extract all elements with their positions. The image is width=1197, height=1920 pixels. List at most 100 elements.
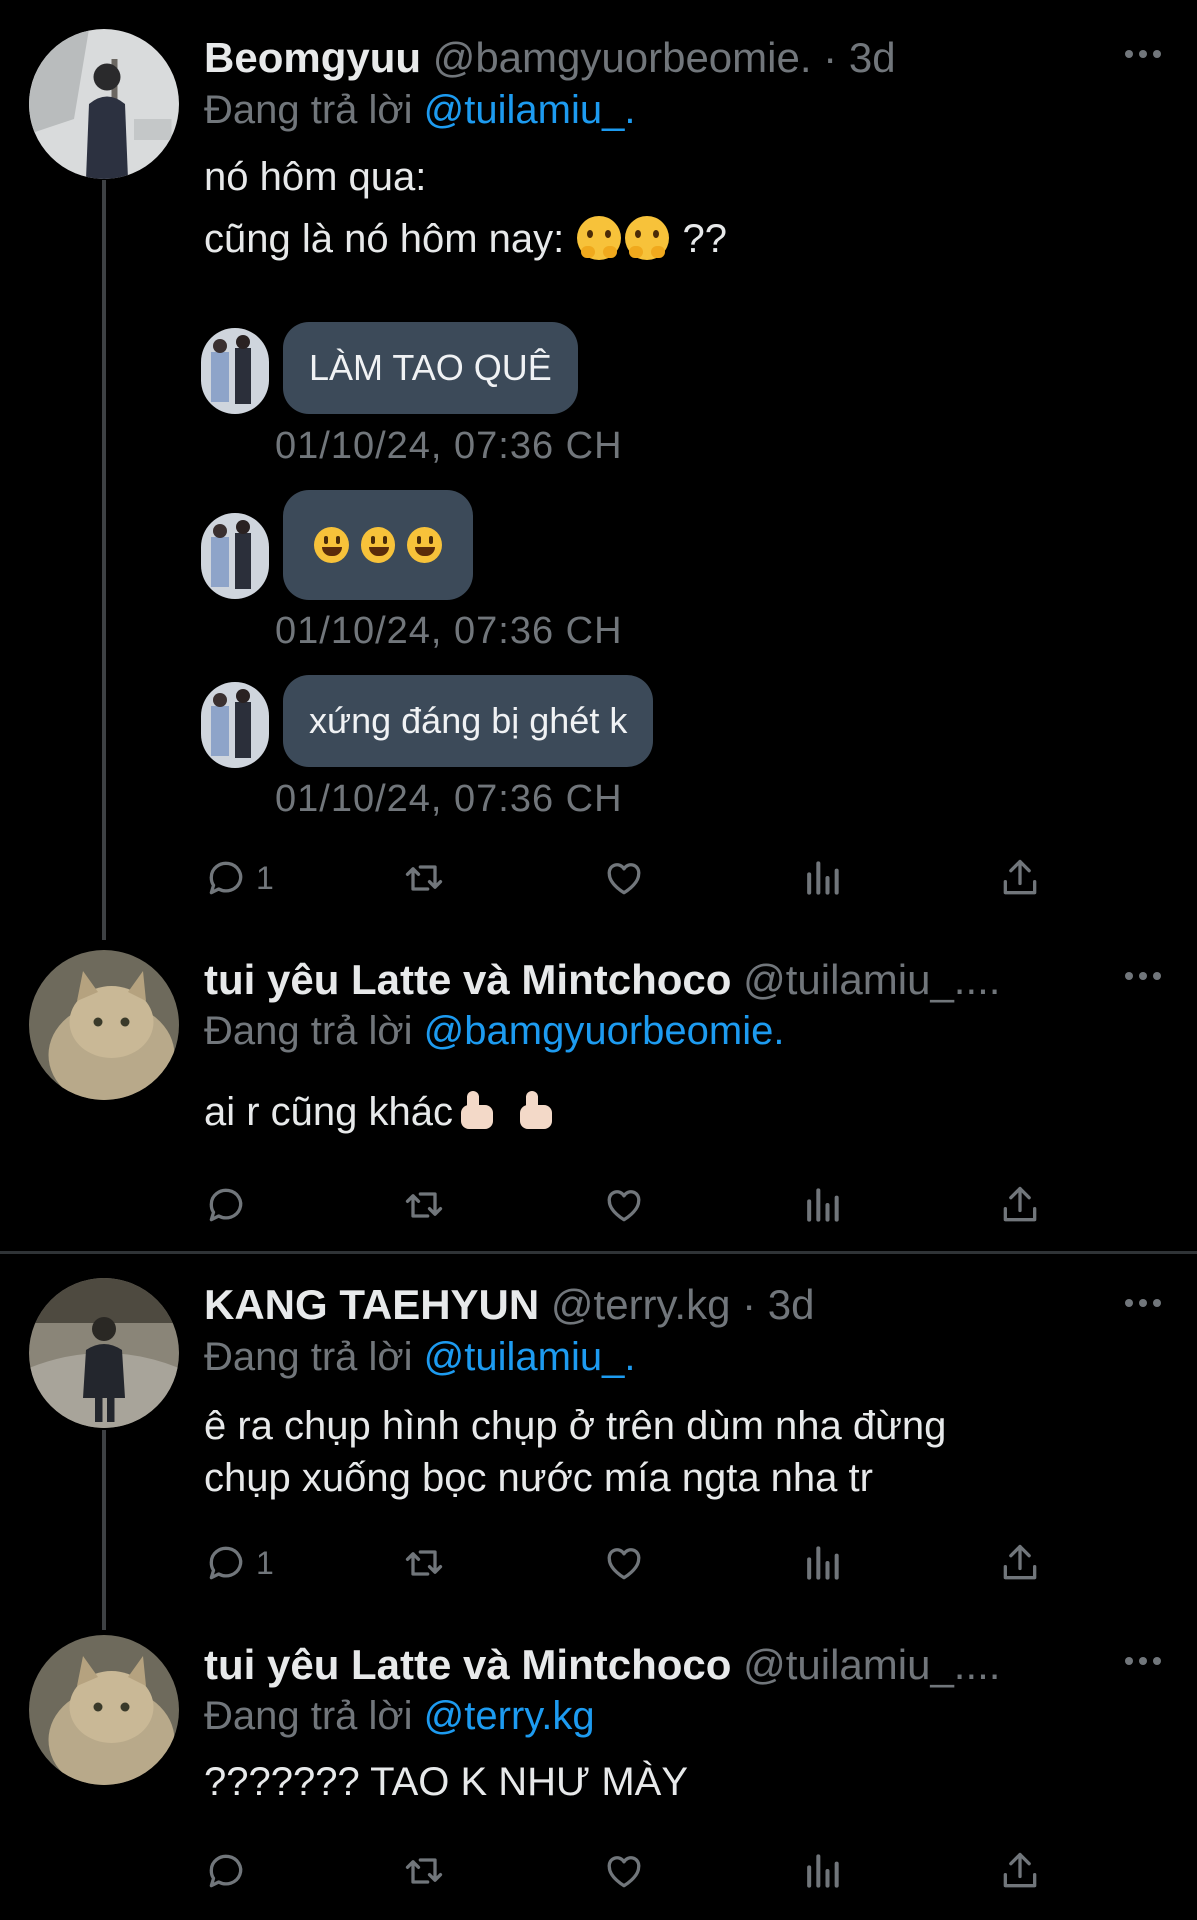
views-button[interactable] xyxy=(800,1177,844,1233)
like-button[interactable] xyxy=(602,1535,646,1591)
retweet-button[interactable] xyxy=(402,1177,446,1233)
post-header: KANG TAEHYUN @terry.kg · 3d xyxy=(204,1280,1104,1330)
more-icon[interactable] xyxy=(1123,44,1163,64)
handle-meta[interactable]: @terry.kg · 3d xyxy=(551,1281,815,1328)
post-text: ai r cũng khác xyxy=(204,1085,1104,1139)
retweet-icon xyxy=(405,865,443,891)
replying-prefix: Đang trả lời xyxy=(204,1335,413,1379)
dm-avatar xyxy=(201,682,269,768)
share-icon xyxy=(1003,1544,1037,1580)
display-name[interactable]: tui yêu Latte và Mintchoco xyxy=(204,1641,731,1688)
replying-prefix: Đang trả lời xyxy=(204,88,413,132)
thread-line xyxy=(102,180,106,940)
post-text-fragment: ai r cũng khác xyxy=(204,1090,454,1134)
reply-count: 1 xyxy=(256,1544,274,1581)
views-icon xyxy=(807,1854,839,1888)
avatar-photo xyxy=(29,950,179,1100)
views-icon xyxy=(807,861,839,895)
more-icon[interactable] xyxy=(1123,1651,1163,1671)
like-button[interactable] xyxy=(602,1843,646,1899)
dm-bubble: xứng đáng bị ghét k xyxy=(283,675,654,767)
avatar[interactable] xyxy=(29,950,179,1100)
avatar-photo xyxy=(29,29,179,179)
retweet-icon xyxy=(405,1550,443,1576)
views-icon xyxy=(807,1546,839,1580)
post-text: ??????? TAO K NHƯ MÀY xyxy=(204,1755,1104,1809)
hugging-face-icon xyxy=(577,216,622,260)
reply-icon xyxy=(209,1188,243,1222)
share-button[interactable] xyxy=(998,850,1042,906)
share-button[interactable] xyxy=(998,1177,1042,1233)
post-text-fragment: ??????? TAO K NHƯ MÀY xyxy=(204,1760,689,1804)
reply-button[interactable]: 1 xyxy=(204,1535,274,1591)
reply-count: 1 xyxy=(256,859,274,896)
post-text-line: cũng là nó hôm nay: ?? xyxy=(204,212,1104,266)
dm-timestamp: 01/10/24, 07:36 CH xyxy=(275,778,623,820)
retweet-button[interactable] xyxy=(402,1535,446,1591)
display-name[interactable]: Beomgyuu xyxy=(204,34,421,81)
like-button[interactable] xyxy=(602,1177,646,1233)
like-icon xyxy=(607,1856,641,1888)
action-bar: 1 xyxy=(204,850,1064,906)
replying-prefix: Đang trả lời xyxy=(204,1009,413,1053)
avatar-photo xyxy=(29,1635,179,1785)
like-button[interactable] xyxy=(602,850,646,906)
post-text-fragment: ?? xyxy=(682,217,727,261)
reply-icon xyxy=(209,1546,243,1580)
post-text-line: nó hôm qua: xyxy=(204,155,427,199)
handle-meta[interactable]: @tuilamiu_.... xyxy=(743,1641,1000,1688)
views-button[interactable] xyxy=(800,1843,844,1899)
share-icon xyxy=(1003,1186,1037,1222)
dm-text: LÀM TAO QUÊ xyxy=(309,347,552,388)
handle-meta[interactable]: @tuilamiu_.... xyxy=(743,956,1000,1003)
share-icon xyxy=(1003,1852,1037,1888)
post-header: Beomgyuu @bamgyuorbeomie. · 3d xyxy=(204,33,1104,83)
hugging-face-icon xyxy=(625,216,670,260)
display-name[interactable]: KANG TAEHYUN xyxy=(204,1281,539,1328)
retweet-button[interactable] xyxy=(402,1843,446,1899)
post-text-line: ê ra chụp hình chụp ở trên dùm nha đừng xyxy=(204,1404,947,1448)
reply-icon xyxy=(209,1854,243,1888)
post-text: ê ra chụp hình chụp ở trên dùm nha đừng … xyxy=(204,1400,1104,1504)
dm-text: xứng đáng bị ghét k xyxy=(309,700,628,741)
dm-timestamp: 01/10/24, 07:36 CH xyxy=(275,425,623,467)
share-button[interactable] xyxy=(998,1535,1042,1591)
views-button[interactable] xyxy=(800,1535,844,1591)
avatar[interactable] xyxy=(29,1635,179,1785)
thumbs-up-icon xyxy=(514,1089,558,1133)
avatar[interactable] xyxy=(29,29,179,179)
dm-bubble xyxy=(283,490,473,600)
mention-link[interactable]: @tuilamiu_. xyxy=(424,88,636,132)
thumbs-up-icon xyxy=(455,1089,499,1133)
action-bar: 1 xyxy=(204,1535,1064,1591)
retweet-icon xyxy=(405,1192,443,1218)
share-icon xyxy=(1003,859,1037,895)
retweet-button[interactable] xyxy=(402,850,446,906)
replying-prefix: Đang trả lời xyxy=(204,1694,413,1738)
display-name[interactable]: tui yêu Latte và Mintchoco xyxy=(204,956,731,1003)
like-icon xyxy=(607,1190,641,1222)
action-bar xyxy=(204,1177,1064,1233)
thread-line xyxy=(102,1430,106,1630)
grinning-face-icon xyxy=(314,527,349,563)
replying-to: Đang trả lời @tuilamiu_. xyxy=(204,1332,635,1382)
reply-button[interactable] xyxy=(204,1177,256,1233)
grinning-face-icon xyxy=(360,527,396,563)
reply-button[interactable]: 1 xyxy=(204,850,274,906)
mention-link[interactable]: @terry.kg xyxy=(424,1694,595,1738)
reply-button[interactable] xyxy=(204,1843,256,1899)
replying-to: Đang trả lời @bamgyuorbeomie. xyxy=(204,1006,784,1056)
more-icon[interactable] xyxy=(1123,966,1163,986)
avatar[interactable] xyxy=(29,1278,179,1428)
post-header: tui yêu Latte và Mintchoco @tuilamiu_...… xyxy=(204,1640,1104,1690)
handle-meta[interactable]: @bamgyuorbeomie. · 3d xyxy=(433,34,896,81)
like-icon xyxy=(607,1548,641,1580)
share-button[interactable] xyxy=(998,1843,1042,1899)
mention-link[interactable]: @bamgyuorbeomie. xyxy=(424,1009,785,1053)
views-button[interactable] xyxy=(800,850,844,906)
reply-icon xyxy=(209,861,243,895)
mention-link[interactable]: @tuilamiu_. xyxy=(424,1335,636,1379)
dm-timestamp: 01/10/24, 07:36 CH xyxy=(275,610,623,652)
retweet-icon xyxy=(405,1858,443,1884)
more-icon[interactable] xyxy=(1123,1293,1163,1313)
